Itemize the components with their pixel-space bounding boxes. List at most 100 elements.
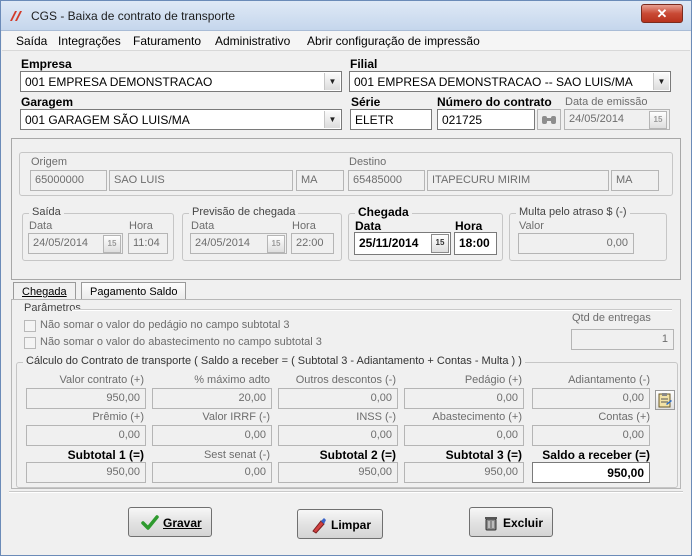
chegada-data-label: Data [355, 219, 382, 233]
contas-input: 0,00 [532, 425, 650, 446]
irrf-input: 0,00 [152, 425, 272, 446]
qtd-entregas-input: 1 [571, 329, 674, 350]
valor-contrato-label: Valor contrato (+) [59, 374, 144, 386]
adiantamento-label: Adiantamento (-) [568, 374, 650, 386]
close-button[interactable]: ✕ [641, 4, 683, 23]
sest-senat-input: 0,00 [152, 462, 272, 483]
menu-bar: Saída Integrações Faturamento Administra… [2, 31, 690, 51]
destino-cidade: ITAPECURU MIRIM [427, 170, 609, 191]
menu-faturamento[interactable]: Faturamento [133, 34, 201, 48]
data-emissao-value: 24/05/2014 [569, 113, 625, 125]
numero-contrato-input[interactable]: 021725 [437, 109, 535, 130]
menu-saida[interactable]: Saída [16, 34, 47, 48]
menu-administrativo[interactable]: Administrativo [215, 34, 290, 48]
chevron-down-icon[interactable]: ▼ [324, 111, 340, 128]
origem-label: Origem [31, 156, 68, 168]
chegada-hora-input[interactable]: 18:00 [454, 232, 497, 255]
irrf-label: Valor IRRF (-) [202, 411, 270, 423]
subtotal1-label: Subtotal 1 (=) [67, 448, 144, 462]
adiantamento-detail-button[interactable] [655, 390, 675, 410]
menu-integracoes[interactable]: Integrações [58, 34, 121, 48]
saida-data-input: 24/05/2014 15 [28, 233, 123, 254]
outros-descontos-label: Outros descontos (-) [295, 374, 396, 386]
premio-label: Prêmio (+) [92, 411, 144, 423]
inss-label: INSS (-) [356, 411, 396, 423]
calculo-title: Cálculo do Contrato de transporte ( Sald… [23, 355, 525, 367]
previsao-title: Previsão de chegada [189, 206, 299, 218]
filial-combo[interactable]: 001 EMPRESA DEMONSTRACAO -- SAO LUIS/MA … [349, 71, 671, 92]
previsao-hora-label: Hora [292, 220, 316, 232]
data-emissao-input: 24/05/2014 15 [564, 109, 670, 130]
title-bar: CGS - Baixa de contrato de transporte ✕ [1, 1, 691, 31]
limpar-button[interactable]: Limpar [297, 509, 383, 539]
opt-abastecimento-checkbox[interactable] [24, 337, 36, 349]
calendar-icon: 15 [103, 235, 121, 253]
saida-data-value: 24/05/2014 [33, 237, 89, 249]
abastecimento-input: 0,00 [404, 425, 524, 446]
limpar-label: Limpar [331, 518, 372, 532]
gravar-label: Gravar [163, 516, 202, 530]
multa-valor-input: 0,00 [518, 233, 634, 254]
saida-data-label: Data [29, 220, 53, 232]
empresa-combo[interactable]: 001 EMPRESA DEMONSTRACAO ▼ [20, 71, 342, 92]
tab-pagamento-label: Pagamento Saldo [90, 286, 178, 298]
chegada-data-input[interactable]: 25/11/2014 15 [354, 232, 451, 255]
chevron-down-icon[interactable]: ▼ [324, 73, 340, 90]
contas-label: Contas (+) [598, 411, 650, 423]
previsao-data-value: 24/05/2014 [195, 237, 251, 249]
garagem-value: 001 GARAGEM SÃO LUIS/MA [25, 113, 190, 127]
bottom-divider [9, 491, 683, 493]
pedagio-input: 0,00 [404, 388, 524, 409]
subtotal2-label: Subtotal 2 (=) [319, 448, 396, 462]
gravar-button[interactable]: Gravar [128, 507, 212, 537]
outros-descontos-input: 0,00 [278, 388, 398, 409]
destino-uf: MA [611, 170, 659, 191]
opt-abastecimento-label: Não somar o valor do abastecimento no ca… [40, 336, 322, 348]
clipboard-icon [658, 393, 672, 408]
chegada-hora-label: Hora [455, 219, 483, 233]
max-adto-input: 20,00 [152, 388, 272, 409]
serie-label: Série [351, 95, 381, 109]
main-window: CGS - Baixa de contrato de transporte ✕ … [0, 0, 692, 556]
chegada-title: Chegada [355, 205, 412, 219]
menu-impressao[interactable]: Abrir configuração de impressão [307, 34, 480, 48]
calendar-icon[interactable]: 15 [431, 234, 449, 253]
multa-title: Multa pelo atraso $ (-) [516, 206, 630, 218]
chegada-data-value: 25/11/2014 [359, 236, 419, 250]
serie-input[interactable]: ELETR [350, 109, 432, 130]
filial-label: Filial [350, 57, 378, 71]
parametros-title: Parâmetros [24, 302, 81, 314]
data-emissao-label: Data de emissão [565, 96, 648, 108]
saida-hora-label: Hora [129, 220, 153, 232]
trash-icon [485, 517, 497, 531]
subtotal2-input: 950,00 [278, 462, 398, 483]
empresa-label: Empresa [21, 57, 72, 71]
origem-uf: MA [296, 170, 344, 191]
saida-hora-input: 11:04 [128, 233, 168, 254]
origem-cidade: SAO LUIS [109, 170, 293, 191]
app-logo-icon [10, 11, 22, 21]
sest-senat-label: Sest senat (-) [203, 449, 270, 461]
calendar-icon: 15 [649, 111, 667, 129]
max-adto-label: % máximo adto [194, 374, 270, 386]
close-icon: ✕ [656, 6, 668, 21]
excluir-button[interactable]: Excluir [469, 507, 553, 537]
garagem-combo[interactable]: 001 GARAGEM SÃO LUIS/MA ▼ [20, 109, 342, 130]
search-contract-button[interactable] [537, 109, 561, 130]
opt-pedagio-checkbox[interactable] [24, 320, 36, 332]
binoculars-icon [542, 116, 556, 124]
calendar-icon: 15 [267, 235, 285, 253]
chevron-down-icon[interactable]: ▼ [653, 73, 669, 90]
tab-content: Parâmetros Não somar o valor do pedágio … [11, 299, 681, 489]
empresa-value: 001 EMPRESA DEMONSTRACAO [25, 75, 213, 89]
previsao-data-label: Data [191, 220, 215, 232]
tab-chegada-label: Chegada [22, 286, 67, 298]
subtotal3-label: Subtotal 3 (=) [445, 448, 522, 462]
valor-contrato-input: 950,00 [26, 388, 146, 409]
subtotal3-input: 950,00 [404, 462, 524, 483]
saldo-receber-label: Saldo a receber (=) [542, 448, 650, 462]
subtotal1-input: 950,00 [26, 462, 146, 483]
saida-title: Saída [29, 206, 64, 218]
adiantamento-input: 0,00 [532, 388, 650, 409]
numero-contrato-label: Número do contrato [437, 95, 552, 109]
